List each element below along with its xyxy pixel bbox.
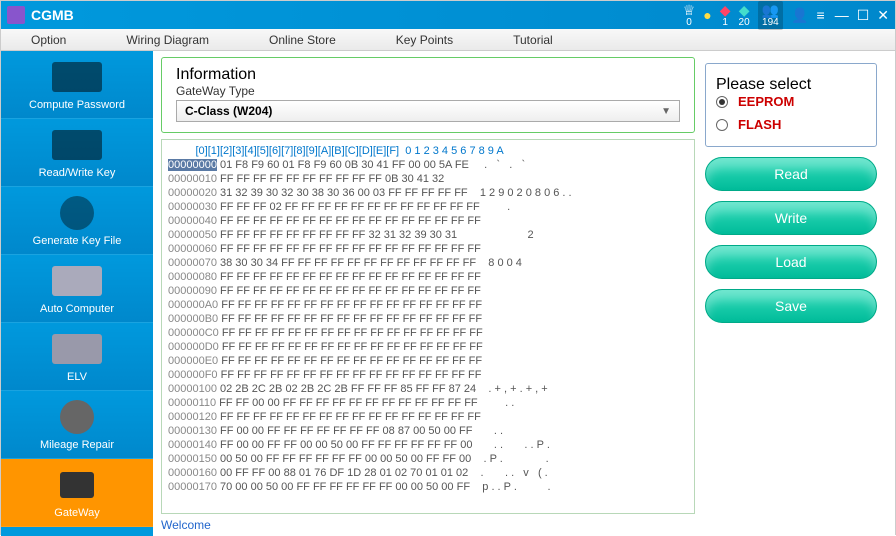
information-group: Information GateWay Type C-Class (W204) … (161, 57, 695, 133)
sidebar: Compute Password Read/Write Key Generate… (1, 51, 153, 536)
diamond-teal-icon[interactable]: ◆20 (739, 3, 750, 28)
gateway-type-select[interactable]: C-Class (W204) ▼ (176, 100, 680, 122)
minimize-button[interactable]: — (835, 7, 849, 24)
printer-icon (60, 196, 94, 230)
sidebar-item-elv[interactable]: ELV (1, 323, 153, 391)
sidebar-item-label: Compute Password (29, 99, 125, 111)
sidebar-item-mileage-repair[interactable]: Mileage Repair (1, 391, 153, 459)
radio-label: FLASH (738, 117, 781, 132)
load-button[interactable]: Load (705, 245, 877, 279)
app-logo-icon (7, 6, 25, 24)
sidebar-item-generate-key-file[interactable]: Generate Key File (1, 187, 153, 255)
key-icon (52, 130, 102, 160)
radio-flash[interactable]: FLASH (716, 117, 866, 132)
sidebar-item-read-write-key[interactable]: Read/Write Key (1, 119, 153, 187)
users-count[interactable]: 👥194 (758, 1, 783, 30)
menu-tutorial[interactable]: Tutorial (513, 33, 553, 47)
save-button[interactable]: Save (705, 289, 877, 323)
board-icon (52, 334, 102, 364)
menu-online-store[interactable]: Online Store (269, 33, 336, 47)
hex-viewer[interactable]: [0][1][2][3][4][5][6][7][8][9][A][B][C][… (161, 139, 695, 514)
app-title: CGMB (31, 7, 74, 23)
toolbar-icons: ♕0 ● ◆1 ◆20 👥194 👤 ≡ (683, 1, 825, 30)
sidebar-item-label: Mileage Repair (40, 439, 114, 451)
sidebar-item-compute-password[interactable]: Compute Password (1, 51, 153, 119)
chip-icon (60, 472, 94, 498)
titlebar: CGMB ♕0 ● ◆1 ◆20 👥194 👤 ≡ — ☐ ✕ (1, 1, 895, 29)
gateway-type-label: GateWay Type (176, 84, 680, 98)
sidebar-item-label: Read/Write Key (39, 167, 116, 179)
sidebar-item-gateway[interactable]: GateWay (1, 459, 153, 527)
menubar: Option Wiring Diagram Online Store Key P… (1, 29, 895, 51)
welcome-text: Welcome (161, 518, 695, 532)
radio-icon (716, 119, 728, 131)
gateway-select-value: C-Class (W204) (185, 104, 272, 118)
compute-password-icon (52, 62, 102, 92)
sidebar-item-label: ELV (67, 371, 87, 383)
please-select-group: Please select EEPROM FLASH (705, 63, 877, 147)
user-icon[interactable]: 👤 (791, 7, 808, 24)
sidebar-item-auto-computer[interactable]: Auto Computer (1, 255, 153, 323)
diamond-red-icon[interactable]: ◆1 (720, 3, 731, 28)
chevron-down-icon: ▼ (661, 106, 671, 117)
right-panel: Please select EEPROM FLASH Read Write Lo… (705, 57, 887, 532)
gauge-icon (60, 400, 94, 434)
ecu-icon (52, 266, 102, 296)
info-legend: Information (176, 66, 256, 83)
menu-lines-icon[interactable]: ≡ (817, 7, 825, 23)
radio-label: EEPROM (738, 94, 794, 109)
menu-option[interactable]: Option (31, 33, 66, 47)
sidebar-item-label: GateWay (54, 507, 99, 519)
close-button[interactable]: ✕ (877, 7, 889, 24)
menu-wiring[interactable]: Wiring Diagram (126, 33, 209, 47)
select-legend: Please select (716, 76, 811, 93)
radio-icon (716, 96, 728, 108)
coin-icon[interactable]: ● (703, 8, 711, 22)
write-button[interactable]: Write (705, 201, 877, 235)
read-button[interactable]: Read (705, 157, 877, 191)
maximize-button[interactable]: ☐ (857, 7, 870, 24)
crown-icon[interactable]: ♕0 (683, 3, 696, 28)
radio-eeprom[interactable]: EEPROM (716, 94, 866, 109)
sidebar-item-label: Generate Key File (33, 235, 122, 247)
menu-key-points[interactable]: Key Points (396, 33, 453, 47)
content-area: Information GateWay Type C-Class (W204) … (153, 51, 895, 536)
sidebar-item-label: Auto Computer (40, 303, 114, 315)
